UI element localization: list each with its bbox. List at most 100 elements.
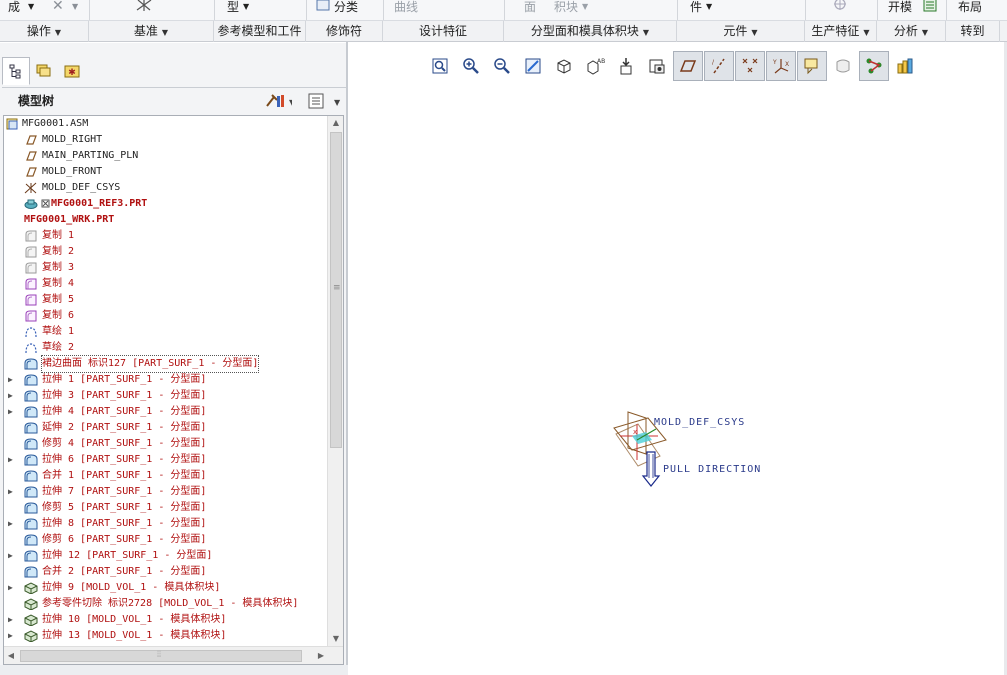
tree-item[interactable]: ▶ 拉伸 13 [MOLD_VOL_1 - 模具体积块] [4, 628, 328, 644]
volume-block-button-label[interactable]: 积块 [554, 0, 578, 20]
tree-item[interactable]: 复制 4 [4, 276, 328, 292]
ribbon-cut-off-label-xing[interactable]: 型 [227, 0, 239, 20]
datum-csys-icon[interactable] [135, 0, 153, 18]
tree-item[interactable]: ▶ 拉伸 7 [PART_SURF_1 - 分型面] [4, 484, 328, 500]
tree-item[interactable]: ▶ 拉伸 6 [PART_SURF_1 - 分型面] [4, 452, 328, 468]
annotation-display-button[interactable] [797, 51, 827, 81]
repaint-button[interactable] [518, 51, 548, 81]
tree-item[interactable]: ▶ 拉伸 10 [MOLD_VOL_1 - 模具体积块] [4, 612, 328, 628]
scroll-left-arrow-icon[interactable]: ◀ [4, 647, 18, 664]
layer-tab[interactable] [30, 57, 58, 85]
ribbon-group-4[interactable]: 修饰符 [306, 21, 383, 42]
ribbon-group-1[interactable]: 操作 ▼ [0, 21, 89, 42]
point-display-button[interactable] [735, 51, 765, 81]
view-manager-button[interactable] [611, 51, 641, 81]
tree-item[interactable]: 合并 2 [PART_SURF_1 - 分型面] [4, 564, 328, 580]
axis-display-button[interactable]: / [704, 51, 734, 81]
tree-item[interactable]: 参考零件切除 标识2728 [MOLD_VOL_1 - 模具体积块] [4, 596, 328, 612]
chevron-down-icon[interactable]: ▼ [582, 0, 588, 20]
tree-item[interactable]: 复制 3 [4, 260, 328, 276]
zoom-in-button[interactable] [456, 51, 486, 81]
curve-button-label[interactable]: 曲线 [394, 0, 418, 20]
expand-arrow-icon[interactable]: ▶ [8, 484, 18, 500]
scroll-thumb[interactable]: ≡ [330, 132, 342, 448]
chevron-down-icon[interactable]: ▼ [706, 0, 712, 20]
tree-item[interactable]: MOLD_FRONT [4, 164, 328, 180]
open-mold-button-label[interactable]: 开模 [888, 0, 912, 20]
tree-item[interactable]: MFG0001_WRK.PRT [4, 212, 328, 228]
surface-button-label[interactable]: 面 [524, 0, 536, 20]
expand-arrow-icon[interactable]: ▶ [8, 404, 18, 420]
saved-orientations-button[interactable]: AB [580, 51, 610, 81]
perspective-button[interactable] [642, 51, 672, 81]
tree-item[interactable]: 草绘 2 [4, 340, 328, 356]
ribbon-group-7[interactable]: 元件 ▼ [677, 21, 805, 42]
tree-vertical-scrollbar[interactable]: ▲ ≡ ▼ [327, 116, 343, 646]
csys-display-button[interactable]: YX [766, 51, 796, 81]
scroll-down-arrow-icon[interactable]: ▼ [328, 632, 343, 646]
graphics-window[interactable]: x MOLD_DEF_CSYS PULL DIRECTION [348, 84, 1007, 674]
layers-display-button[interactable] [890, 51, 920, 81]
expand-arrow-icon[interactable]: ▶ [8, 612, 18, 628]
network-display-button[interactable] [859, 51, 889, 81]
scroll-right-arrow-icon[interactable]: ▶ [314, 647, 328, 664]
expand-arrow-icon[interactable]: ▶ [8, 628, 18, 644]
tree-item[interactable]: ▶ 拉伸 1 [PART_SURF_1 - 分型面] [4, 372, 328, 388]
ribbon-group-3[interactable]: 参考模型和工件 [214, 21, 306, 42]
tree-item[interactable]: 修剪 6 [PART_SURF_1 - 分型面] [4, 532, 328, 548]
chevron-down-icon[interactable]: ▼ [72, 0, 78, 20]
chevron-down-icon[interactable]: ▼ [162, 28, 168, 37]
chevron-down-icon[interactable]: ▼ [922, 28, 928, 37]
component-button-label[interactable]: 件 [690, 0, 702, 20]
tree-item[interactable]: 复制 2 [4, 244, 328, 260]
tree-item[interactable]: 修剪 4 [PART_SURF_1 - 分型面] [4, 436, 328, 452]
chevron-down-icon[interactable]: ▼ [863, 28, 869, 37]
production-feature-icon[interactable] [832, 0, 848, 17]
tree-item[interactable]: 合并 1 [PART_SURF_1 - 分型面] [4, 468, 328, 484]
plane-display-button[interactable] [673, 51, 703, 81]
tree-item[interactable]: MFG0001_REF3.PRT [4, 196, 328, 212]
tree-show-button[interactable]: ▼ [307, 92, 343, 110]
refit-button[interactable] [425, 51, 455, 81]
ribbon-group-10[interactable]: 转到 [946, 21, 1000, 42]
expand-arrow-icon[interactable]: ▶ [8, 580, 18, 596]
tree-item[interactable]: MAIN_PARTING_PLN [4, 148, 328, 164]
tree-item[interactable]: MFG0001.ASM [4, 116, 328, 132]
tree-item[interactable]: ▶ 拉伸 8 [PART_SURF_1 - 分型面] [4, 516, 328, 532]
expand-arrow-icon[interactable]: ▶ [8, 388, 18, 404]
tree-item[interactable]: 复制 1 [4, 228, 328, 244]
layout-button-label[interactable]: 布局 [958, 0, 982, 20]
tree-item[interactable]: 复制 6 [4, 308, 328, 324]
tree-item[interactable]: 修剪 5 [PART_SURF_1 - 分型面] [4, 500, 328, 516]
tree-settings-button[interactable]: ▼ [264, 92, 296, 110]
tree-item[interactable]: MOLD_DEF_CSYS [4, 180, 328, 196]
tree-item[interactable]: ▶ 拉伸 3 [PART_SURF_1 - 分型面] [4, 388, 328, 404]
ribbon-group-9[interactable]: 分析 ▼ [877, 21, 946, 42]
display-style-button[interactable] [549, 51, 579, 81]
checkbox-icon[interactable] [41, 198, 51, 210]
classify-icon[interactable] [316, 0, 330, 19]
ribbon-cut-off-label-cheng[interactable]: 成 [8, 0, 20, 20]
favorites-tab[interactable]: ✱ [58, 57, 86, 85]
ribbon-group-2[interactable]: 基准 ▼ [89, 21, 214, 42]
tree-item[interactable]: ▶ 拉伸 9 [MOLD_VOL_1 - 模具体积块] [4, 580, 328, 596]
chevron-down-icon[interactable]: ▼ [751, 28, 757, 37]
expand-arrow-icon[interactable]: ▶ [8, 516, 18, 532]
tree-item[interactable]: MOLD_RIGHT [4, 132, 328, 148]
tree-item[interactable]: ▶ 拉伸 4 [PART_SURF_1 - 分型面] [4, 404, 328, 420]
ribbon-group-8[interactable]: 生产特征 ▼ [805, 21, 877, 42]
tree-item[interactable]: ▶ 拉伸 12 [PART_SURF_1 - 分型面] [4, 548, 328, 564]
chevron-down-icon[interactable]: ▼ [28, 0, 34, 20]
ribbon-group-6[interactable]: 分型面和模具体积块 ▼ [504, 21, 677, 42]
tree-item[interactable]: 延伸 2 [PART_SURF_1 - 分型面] [4, 420, 328, 436]
close-x-icon[interactable]: ✕ [52, 0, 64, 19]
expand-arrow-icon[interactable]: ▶ [8, 548, 18, 564]
scroll-thumb-horizontal[interactable]: ⦙⦙ [20, 650, 302, 662]
tree-horizontal-scrollbar[interactable]: ◀ ⦙⦙ ▶ [4, 646, 343, 664]
tree-item[interactable]: 裙边曲面 标识127 [PART_SURF_1 - 分型面] [4, 355, 328, 373]
zoom-out-button[interactable] [487, 51, 517, 81]
expand-arrow-icon[interactable]: ▶ [8, 452, 18, 468]
spin-center-button[interactable] [828, 51, 858, 81]
model-tree-tab[interactable] [2, 57, 30, 85]
chevron-down-icon[interactable]: ▼ [55, 28, 61, 37]
